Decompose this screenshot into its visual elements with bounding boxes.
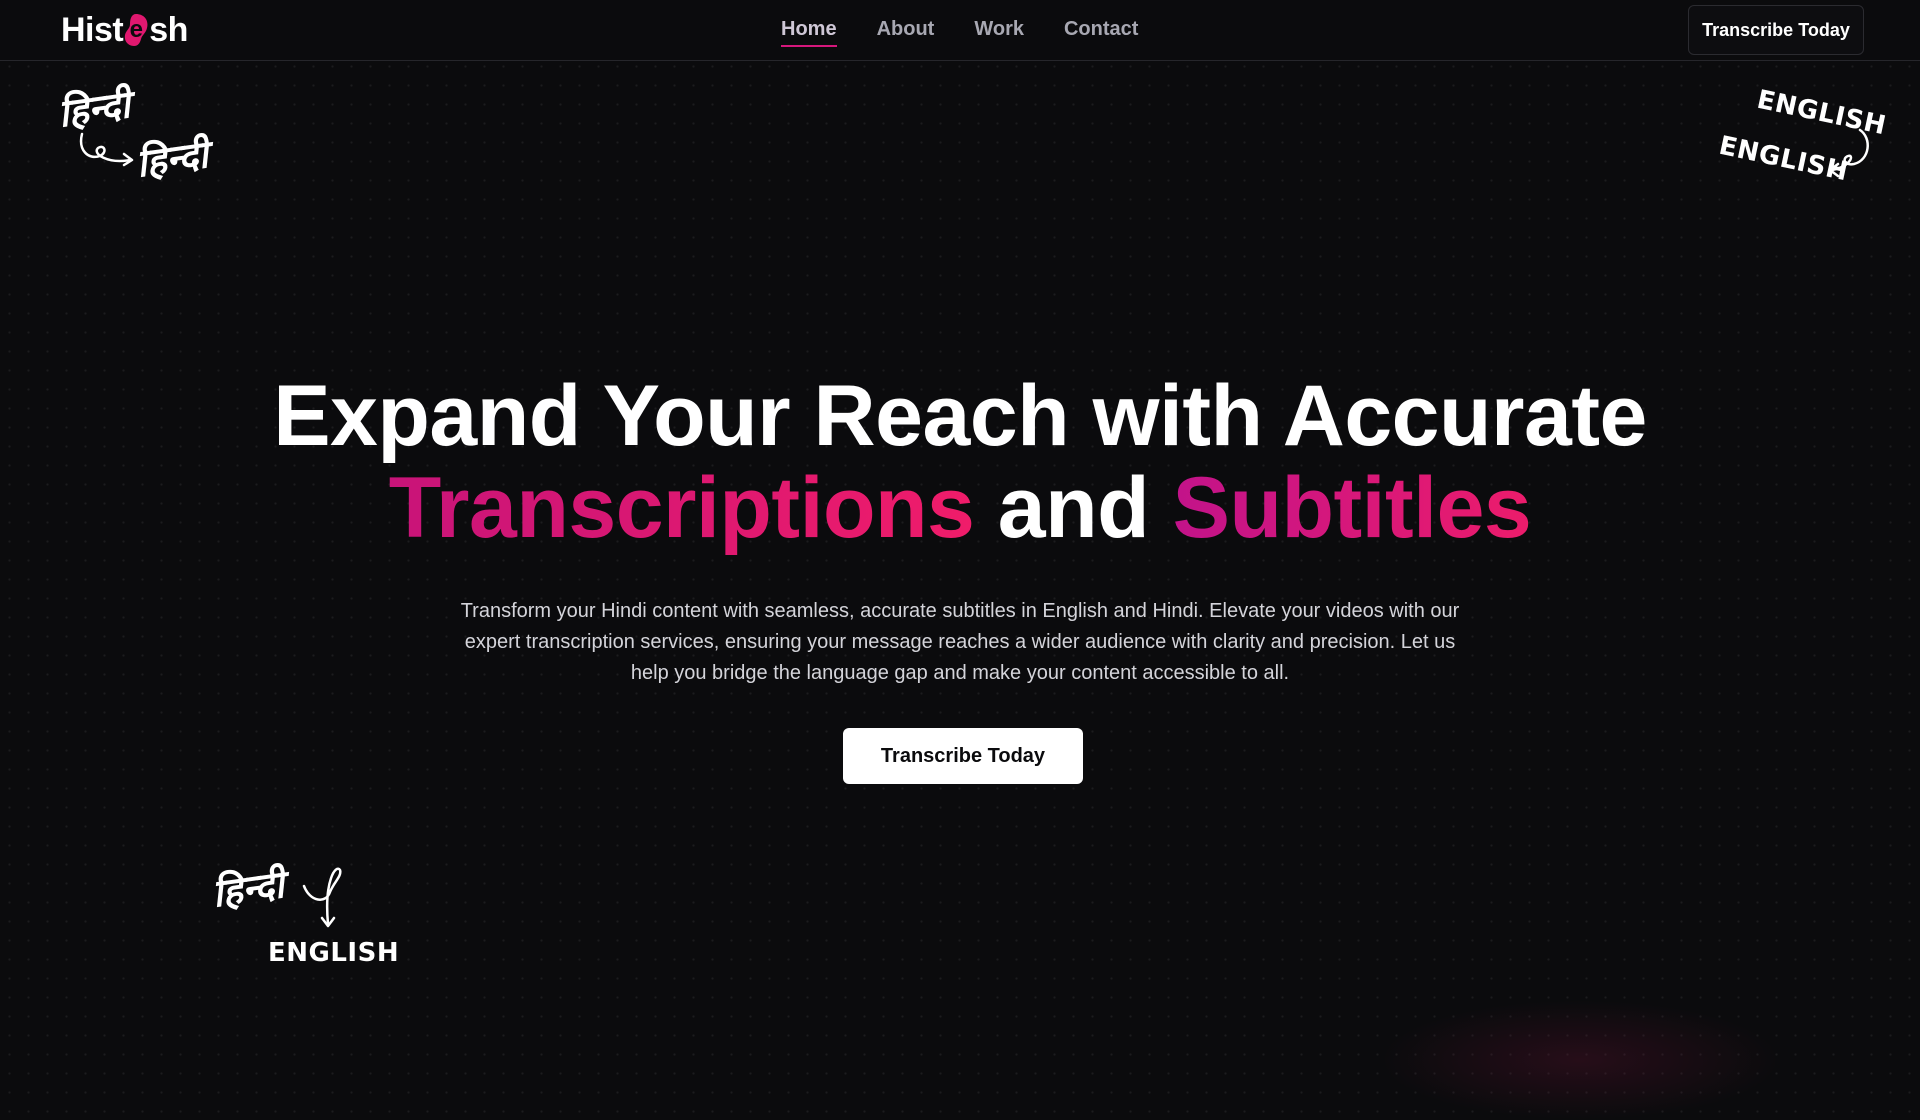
curved-arrow-icon bbox=[1828, 128, 1869, 178]
decor-hindi-word: हिन्दी bbox=[209, 861, 287, 916]
main-nav: Home About Work Contact bbox=[781, 18, 1138, 47]
hero-transcribe-button[interactable]: Transcribe Today bbox=[843, 728, 1083, 784]
nav-link-contact[interactable]: Contact bbox=[1064, 18, 1138, 47]
svg-text:e: e bbox=[130, 16, 143, 43]
decor-english-word: ENGLISH bbox=[268, 938, 400, 968]
nav-link-about[interactable]: About bbox=[877, 18, 935, 47]
hero-description: Transform your Hindi content with seamle… bbox=[460, 600, 1460, 684]
hero-title-accent-subtitles: Subtitles bbox=[1172, 460, 1532, 556]
decor-english-to-english: ENGLISH ENGLISH bbox=[1712, 85, 1888, 196]
decor-hindi-to-english: हिन्दी ENGLISH bbox=[209, 861, 410, 982]
hero-title-line-1: Expand Your Reach with Accurate bbox=[273, 368, 1647, 464]
brand-logo[interactable]: Hist e sh bbox=[61, 10, 188, 50]
logo-text-end: sh bbox=[149, 10, 188, 49]
top-navbar: Hist e sh Home About Work Contact Transc… bbox=[0, 0, 1920, 61]
decor-hindi-to-hindi: हिन्दी हिन्दी bbox=[55, 80, 216, 190]
nav-link-home[interactable]: Home bbox=[781, 18, 837, 47]
logo-text-start: Hist bbox=[61, 10, 124, 49]
nav-link-work[interactable]: Work bbox=[974, 18, 1024, 47]
hero-title-accent-transcriptions: Transcriptions bbox=[388, 460, 975, 556]
hero-title-line-2: Transcriptions and Subtitles bbox=[0, 462, 1920, 554]
logo-mark-icon: e bbox=[124, 13, 148, 47]
header-transcribe-button[interactable]: Transcribe Today bbox=[1688, 5, 1864, 55]
hero-title-connector: and bbox=[997, 460, 1150, 556]
background-glow bbox=[1380, 1000, 1780, 1120]
hero-title: Expand Your Reach with Accurate Transcri… bbox=[0, 370, 1920, 554]
decor-hindi-word: हिन्दी bbox=[133, 131, 211, 186]
curved-arrow-icon bbox=[302, 867, 342, 928]
